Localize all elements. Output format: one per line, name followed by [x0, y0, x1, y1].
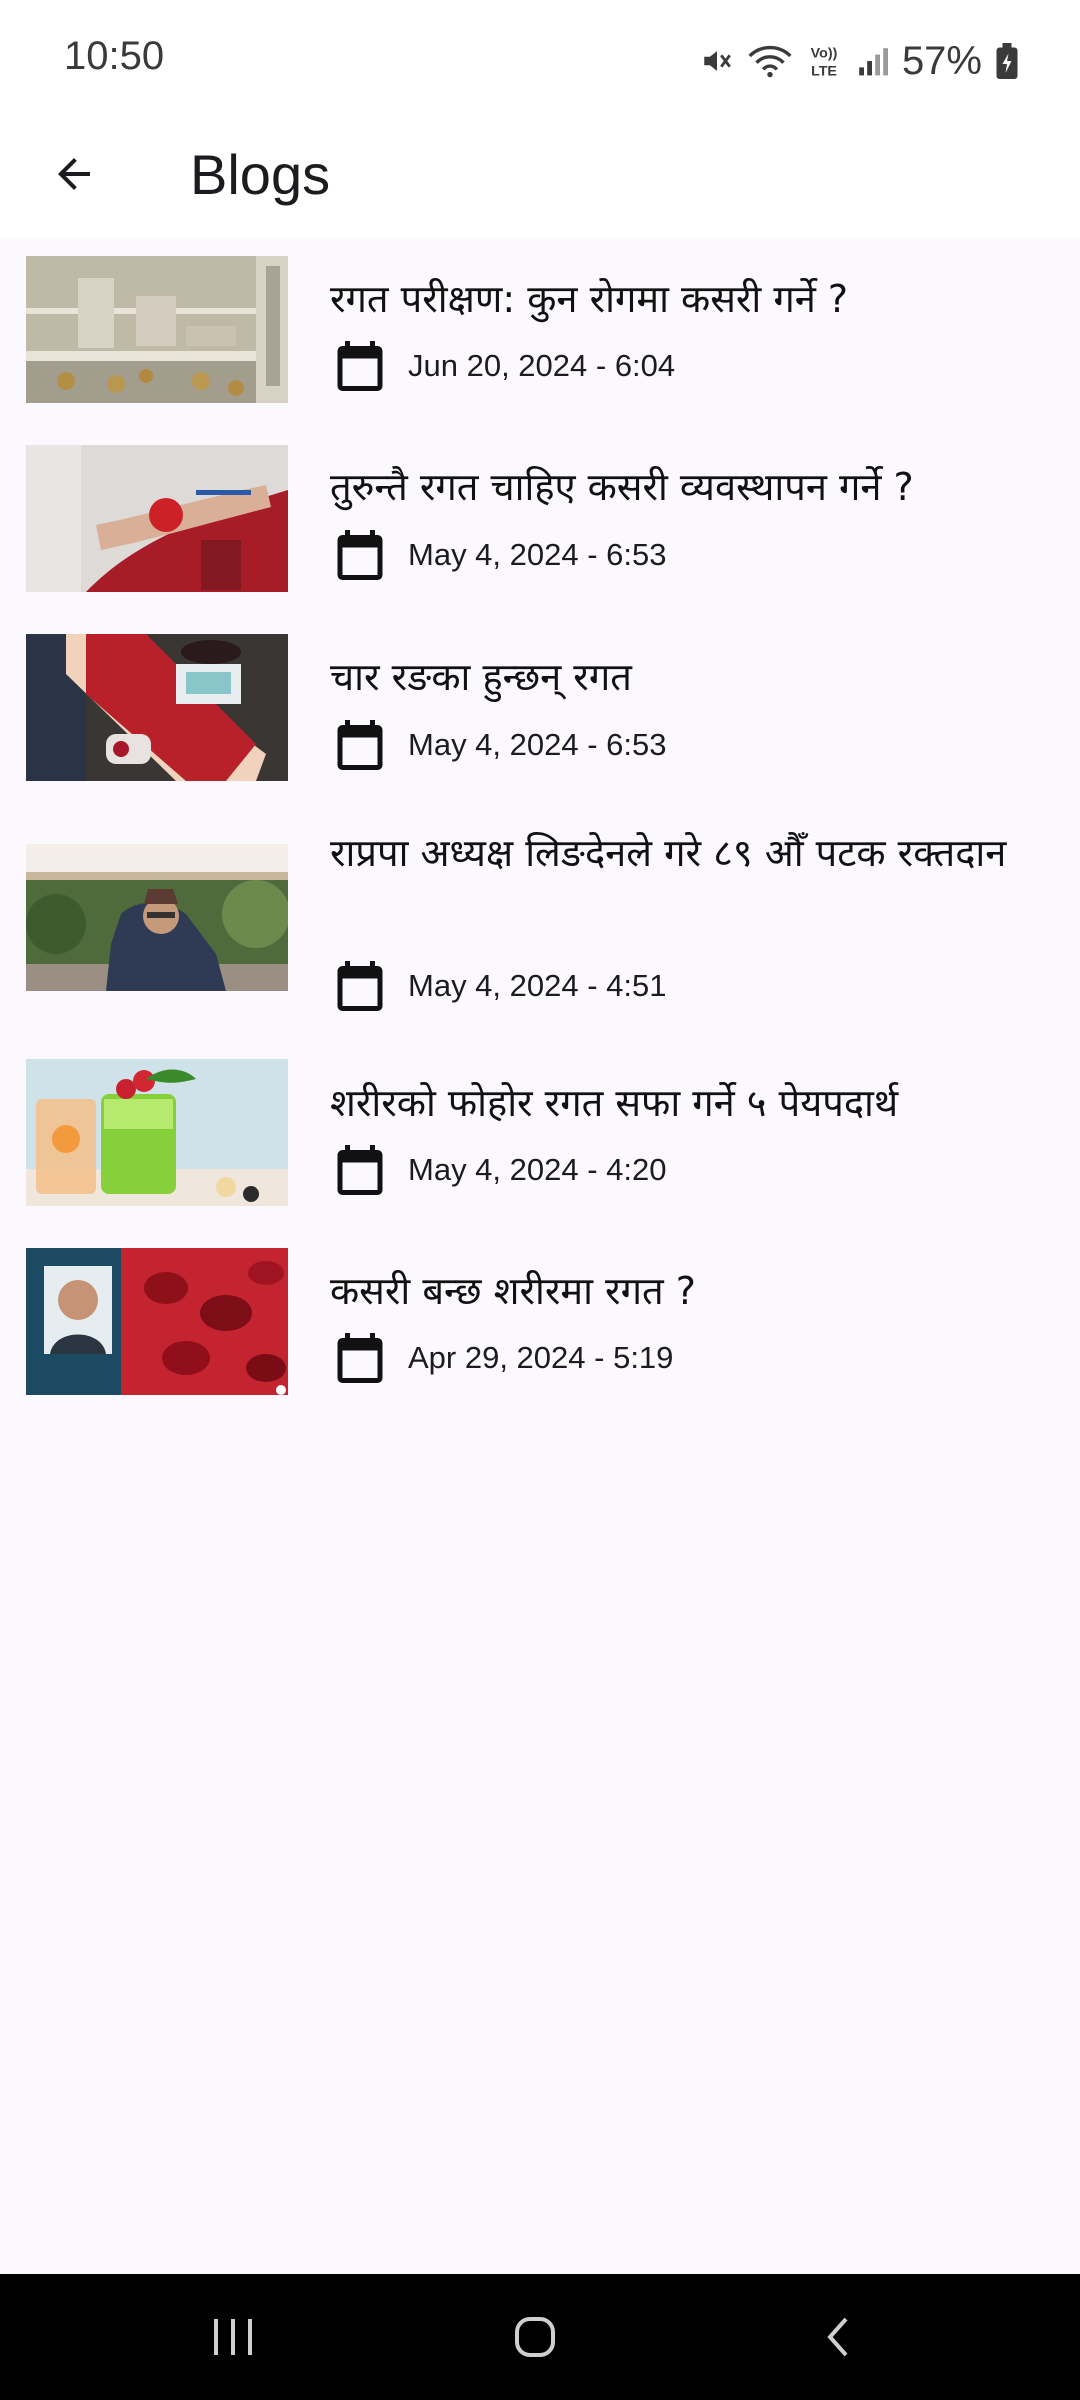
blog-date-row: Jun 20, 2024 - 6:04	[330, 336, 675, 396]
recents-button[interactable]	[193, 2304, 273, 2370]
wifi-icon	[748, 43, 792, 79]
navigation-bar	[0, 2274, 1080, 2400]
app-bar: Blogs	[0, 122, 1080, 238]
home-icon	[515, 2317, 555, 2357]
blog-item[interactable]: शरीरको फोहोर रगत सफा गर्ने ५ पेयपदार्थ M…	[0, 1054, 1080, 1244]
svg-text:Vo)): Vo))	[811, 45, 838, 61]
calendar-icon	[337, 1333, 383, 1383]
mute-icon	[700, 44, 734, 78]
blog-title: चार रङका हुन्छन् रगत	[330, 655, 632, 699]
signal-icon	[856, 45, 888, 77]
blog-item[interactable]: राप्रपा अध्यक्ष लिङदेनले गरे ८९ औँ पटक र…	[0, 808, 1080, 1054]
system-back-button[interactable]	[798, 2304, 878, 2370]
blog-date: Jun 20, 2024 - 6:04	[408, 348, 676, 383]
arrow-left-icon	[58, 158, 90, 190]
blog-item[interactable]: चार रङका हुन्छन् रगत May 4, 2024 - 6:53	[0, 618, 1080, 808]
blog-date: Apr 29, 2024 - 5:19	[408, 1340, 674, 1375]
blogs-screen: 10:50 Vo)) LTE 57% Blogs रगत परीक्षण: कु…	[0, 0, 1080, 2400]
blog-item[interactable]: रगत परीक्षण: कुन रोगमा कसरी गर्ने ? Jun …	[0, 238, 1080, 428]
blog-thumbnail	[26, 445, 288, 592]
blog-item[interactable]: तुरुन्तै रगत चाहिए कसरी व्यवस्थापन गर्ने…	[0, 428, 1080, 618]
blog-date: May 4, 2024 - 4:20	[408, 1152, 667, 1187]
blog-thumbnail	[26, 1059, 288, 1206]
battery-icon	[996, 43, 1018, 79]
blog-date: May 4, 2024 - 4:51	[408, 968, 667, 1003]
blog-date-row: May 4, 2024 - 6:53	[330, 715, 667, 775]
calendar-icon	[337, 341, 383, 391]
back-button[interactable]	[36, 136, 112, 212]
status-bar: 10:50 Vo)) LTE 57%	[0, 0, 1080, 122]
svg-text:LTE: LTE	[811, 63, 837, 79]
blog-item[interactable]: कसरी बन्छ शरीरमा रगत ? Apr 29, 2024 - 5:…	[0, 1244, 1080, 1434]
battery-percent: 57%	[901, 38, 982, 83]
blog-thumbnail	[26, 1248, 288, 1395]
blog-thumbnail	[26, 634, 288, 781]
blog-thumbnail	[26, 256, 288, 403]
status-time: 10:50	[64, 34, 165, 78]
calendar-icon	[337, 1145, 383, 1195]
blog-date-row: May 4, 2024 - 6:53	[330, 525, 667, 585]
page-title: Blogs	[190, 143, 331, 206]
calendar-icon	[337, 961, 383, 1011]
blog-date-row: Apr 29, 2024 - 5:19	[330, 1328, 673, 1388]
calendar-icon	[337, 530, 383, 580]
blog-title: तुरुन्तै रगत चाहिए कसरी व्यवस्थापन गर्ने…	[330, 465, 914, 509]
blog-title: रगत परीक्षण: कुन रोगमा कसरी गर्ने ?	[330, 277, 849, 321]
blog-date-row: May 4, 2024 - 4:51	[330, 956, 667, 1016]
blog-title: राप्रपा अध्यक्ष लिङदेनले गरे ८९ औँ पटक र…	[330, 831, 1007, 875]
blog-date: May 4, 2024 - 6:53	[408, 537, 667, 572]
status-icons: Vo)) LTE 57%	[700, 36, 1018, 86]
blog-date-row: May 4, 2024 - 4:20	[330, 1140, 667, 1200]
back-icon	[827, 2317, 848, 2357]
blog-title: शरीरको फोहोर रगत सफा गर्ने ५ पेयपदार्थ	[330, 1081, 899, 1125]
calendar-icon	[337, 720, 383, 770]
blog-title: कसरी बन्छ शरीरमा रगत ?	[330, 1269, 696, 1313]
recents-icon	[214, 2319, 252, 2355]
volte-icon: Vo)) LTE	[806, 42, 842, 80]
blog-date: May 4, 2024 - 6:53	[408, 727, 667, 762]
home-button[interactable]	[495, 2304, 575, 2370]
blog-thumbnail	[26, 844, 288, 991]
